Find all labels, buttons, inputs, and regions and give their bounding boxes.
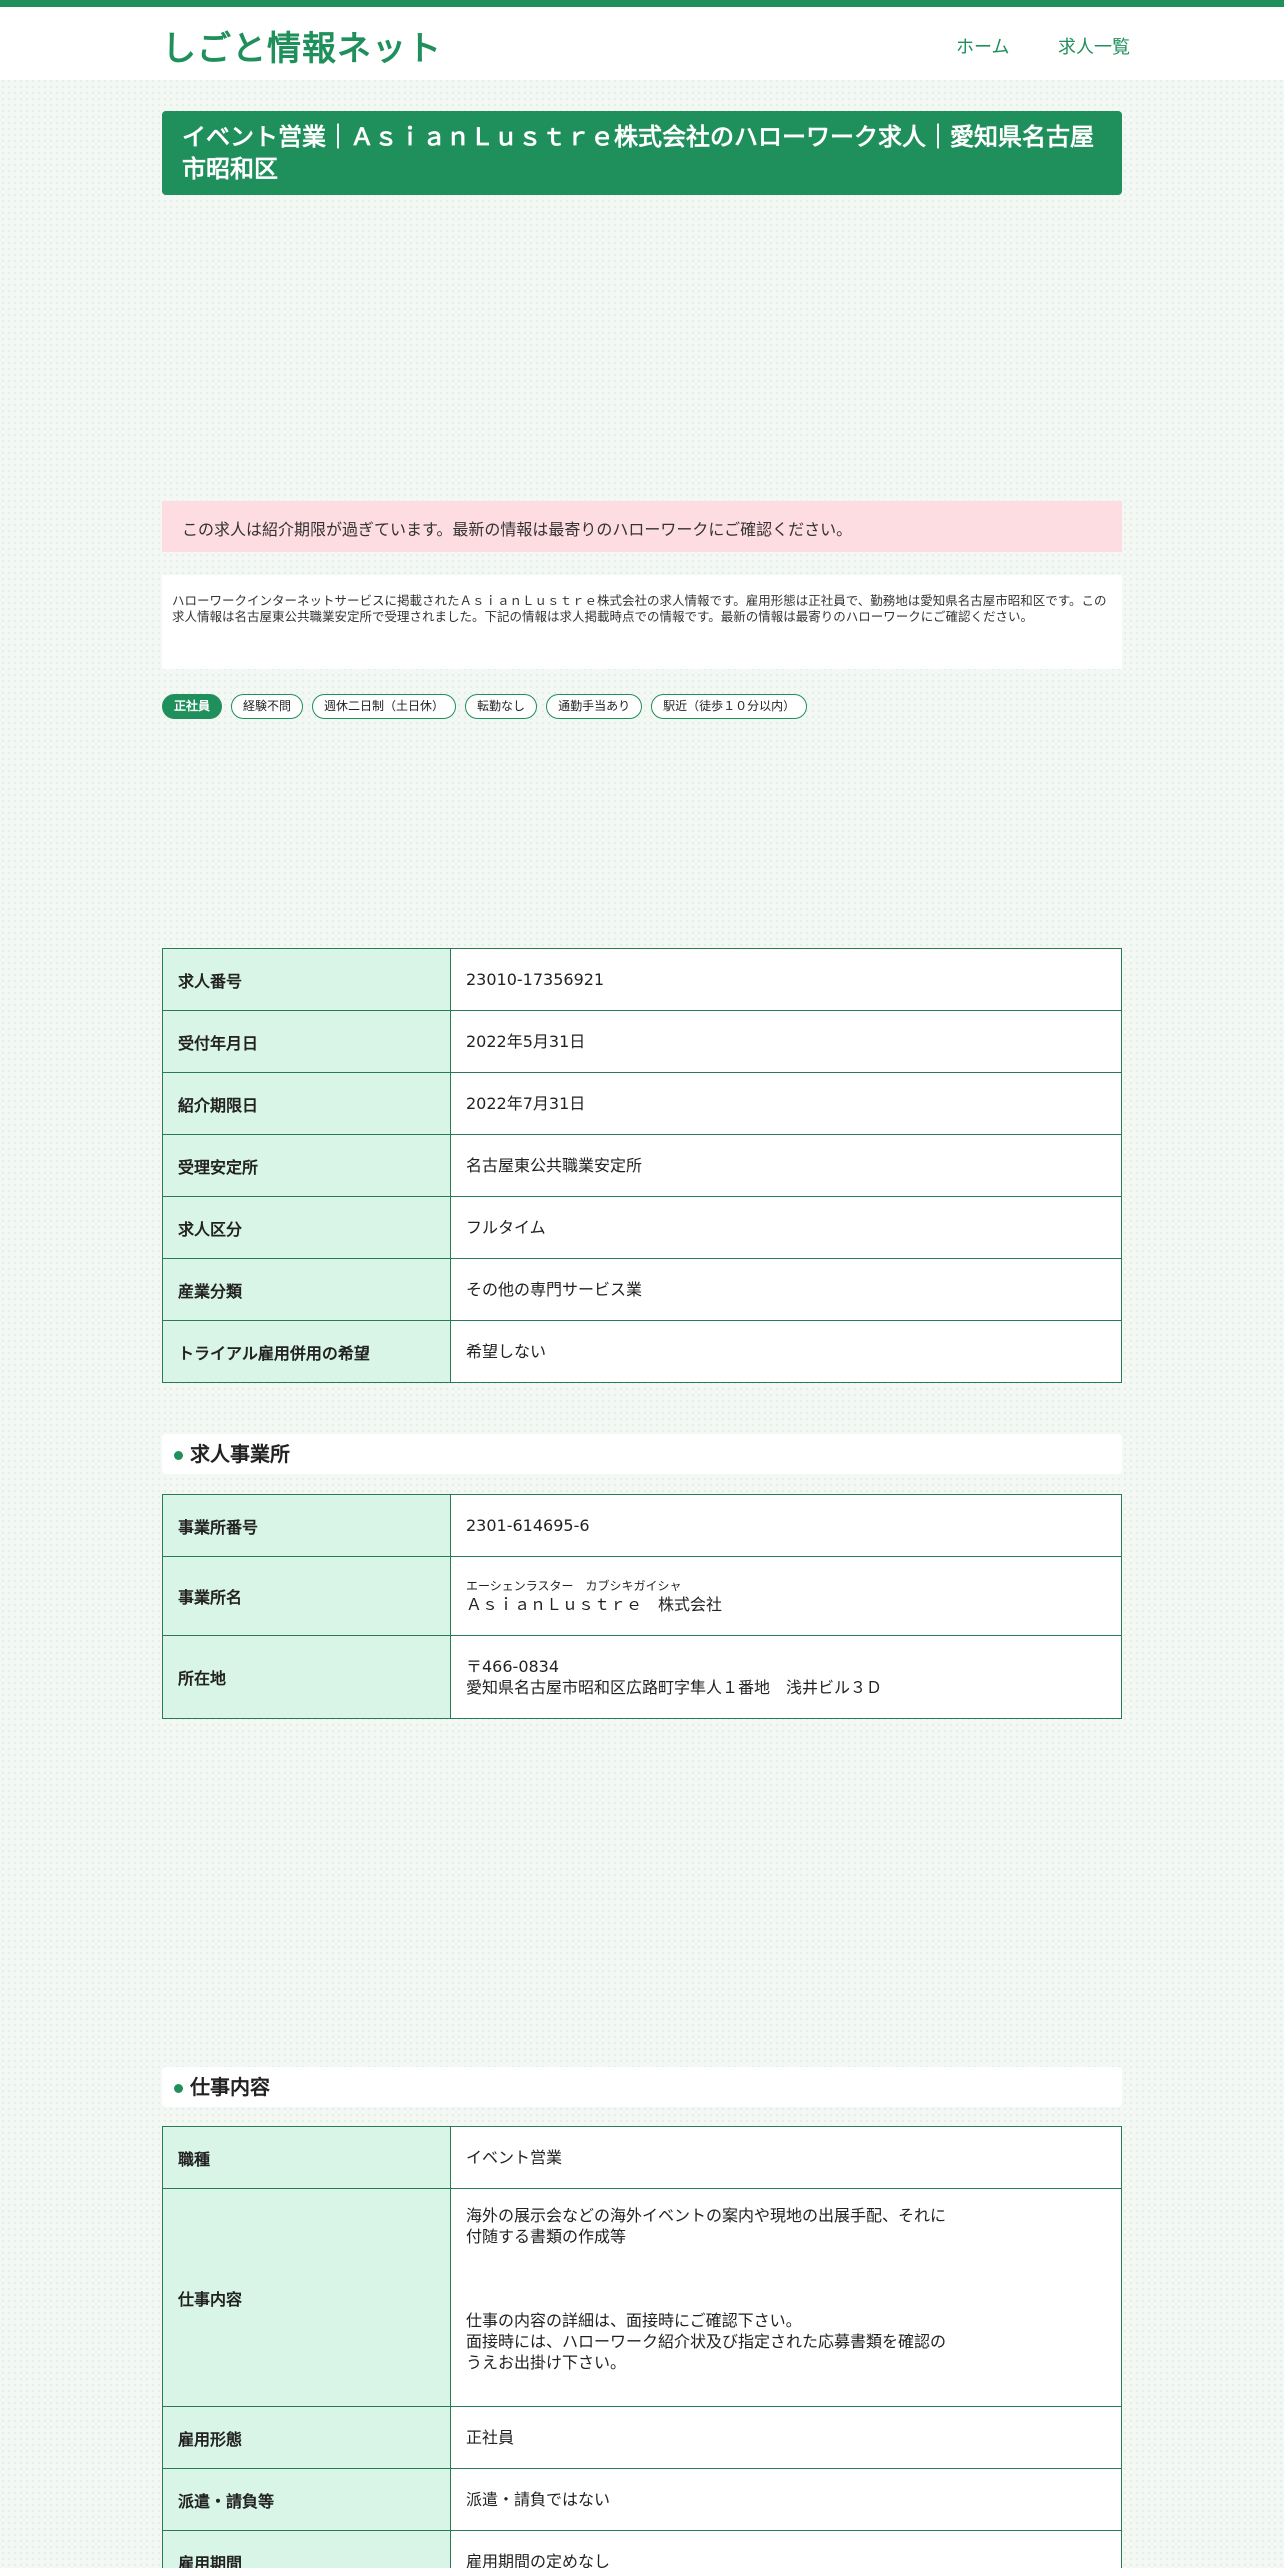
tag-no-transfer: 転勤なし: [465, 694, 538, 719]
table-row: 雇用形態 正社員: [162, 2406, 1122, 2469]
employer-name-kana: エーシェンラスター カブシキガイシャ: [466, 1578, 682, 1593]
row-value: 2022年7月31日: [450, 1072, 1122, 1135]
address: 愛知県名古屋市昭和区広路町字隼人１番地 浅井ビル３Ｄ: [466, 1678, 883, 1697]
job-content-spacer: [466, 2247, 1106, 2310]
tag-near-station: 駅近（徒歩１０分以内）: [651, 694, 808, 719]
site-header: しごと情報ネット ホーム 求人一覧: [0, 7, 1284, 80]
table-row: 仕事内容 海外の展示会などの海外イベントの案内や現地の出展手配、それに 付随する…: [162, 2188, 1122, 2407]
job-content-line: うえお出掛け下さい。: [466, 2353, 627, 2372]
table-row: 事業所名 エーシェンラスター カブシキガイシャ ＡｓｉａｎＬｕｓｔｒｅ 株式会社: [162, 1556, 1122, 1636]
row-label: 所在地: [162, 1635, 451, 1719]
row-label: 派遣・請負等: [162, 2468, 451, 2531]
basic-info-table-wrap: 求人番号 23010-17356921 受付年月日 2022年5月31日 紹介期…: [162, 948, 1122, 1383]
row-value: 希望しない: [450, 1320, 1122, 1383]
row-label: 紹介期限日: [162, 1072, 451, 1135]
table-row: 雇用期間 雇用期間の定めなし: [162, 2530, 1122, 2568]
row-value: フルタイム: [450, 1196, 1122, 1259]
employer-table-wrap: 事業所番号 2301-614695-6 事業所名 エーシェンラスター カブシキガ…: [162, 1494, 1122, 1719]
dispatch-type: 派遣・請負ではない: [450, 2468, 1122, 2531]
employment-type: 正社員: [450, 2406, 1122, 2469]
employer-name: ＡｓｉａｎＬｕｓｔｒｅ 株式会社: [466, 1594, 723, 1614]
table-row: トライアル雇用併用の希望 希望しない: [162, 1320, 1122, 1383]
nav-job-list-link[interactable]: 求人一覧: [1058, 33, 1130, 59]
row-label: 産業分類: [162, 1258, 451, 1321]
row-label: トライアル雇用併用の希望: [162, 1320, 451, 1383]
tag-list: 正社員 経験不問 週休二日制（土日休） 転勤なし 通勤手当あり 駅近（徒歩１０分…: [162, 694, 1122, 720]
employer-table: 事業所番号 2301-614695-6 事業所名 エーシェンラスター カブシキガ…: [162, 1494, 1122, 1719]
table-row: 受付年月日 2022年5月31日: [162, 1010, 1122, 1073]
address-cell: 〒466-0834 愛知県名古屋市昭和区広路町字隼人１番地 浅井ビル３Ｄ: [450, 1635, 1122, 1719]
page-title: イベント営業｜ＡｓｉａｎＬｕｓｔｒｅ株式会社のハローワーク求人｜愛知県名古屋市昭…: [162, 111, 1122, 195]
row-label: 仕事内容: [162, 2188, 451, 2407]
top-accent-bar: [0, 0, 1284, 7]
tag-employment-type: 正社員: [162, 694, 223, 719]
table-row: 紹介期限日 2022年7月31日: [162, 1072, 1122, 1135]
tag-holidays: 週休二日制（土日休）: [312, 694, 457, 719]
job-description-summary: ハローワークインターネットサービスに掲載されたＡｓｉａｎＬｕｓｔｒｅ株式会社の求…: [162, 575, 1122, 669]
row-label: 雇用期間: [162, 2530, 451, 2568]
job-content-line: 仕事の内容の詳細は、面接時にご確認下さい。: [466, 2311, 802, 2330]
table-row: 所在地 〒466-0834 愛知県名古屋市昭和区広路町字隼人１番地 浅井ビル３Ｄ: [162, 1635, 1122, 1719]
row-label: 雇用形態: [162, 2406, 451, 2469]
tag-experience: 経験不問: [231, 694, 304, 719]
employer-name-cell: エーシェンラスター カブシキガイシャ ＡｓｉａｎＬｕｓｔｒｅ 株式会社: [450, 1556, 1122, 1636]
table-row: 求人番号 23010-17356921: [162, 948, 1122, 1011]
site-title[interactable]: しごと情報ネット: [162, 21, 442, 70]
tag-commute-allowance: 通勤手当あり: [546, 694, 643, 719]
office-number: 2301-614695-6: [450, 1494, 1122, 1557]
table-row: 職種 イベント営業: [162, 2126, 1122, 2189]
basic-info-table: 求人番号 23010-17356921 受付年月日 2022年5月31日 紹介期…: [162, 948, 1122, 1383]
job-content-line: 海外の展示会などの海外イベントの案内や現地の出展手配、それに: [466, 2206, 947, 2225]
row-value: その他の専門サービス業: [450, 1258, 1122, 1321]
row-label: 受理安定所: [162, 1134, 451, 1197]
row-value: 23010-17356921: [450, 948, 1122, 1011]
row-label: 事業所番号: [162, 1494, 451, 1557]
table-row: 産業分類 その他の専門サービス業: [162, 1258, 1122, 1321]
job-section-title: 仕事内容: [162, 2067, 1122, 2107]
nav-home-link[interactable]: ホーム: [956, 33, 1009, 59]
job-content-cell: 海外の展示会などの海外イベントの案内や現地の出展手配、それに 付随する書類の作成…: [450, 2188, 1122, 2407]
job-table: 職種 イベント営業 仕事内容 海外の展示会などの海外イベントの案内や現地の出展手…: [162, 2126, 1122, 2568]
table-row: 事業所番号 2301-614695-6: [162, 1494, 1122, 1557]
table-row: 求人区分 フルタイム: [162, 1196, 1122, 1259]
table-row: 派遣・請負等 派遣・請負ではない: [162, 2468, 1122, 2531]
job-content-line: 付随する書類の作成等: [466, 2227, 627, 2246]
row-label: 事業所名: [162, 1556, 451, 1636]
row-label: 職種: [162, 2126, 451, 2189]
postal-code: 〒466-0834: [466, 1657, 560, 1676]
employer-section-title: 求人事業所: [162, 1434, 1122, 1474]
expired-notice: この求人は紹介期限が過ぎています。最新の情報は最寄りのハローワークにご確認くださ…: [162, 501, 1122, 552]
employment-period: 雇用期間の定めなし: [450, 2530, 1122, 2568]
row-label: 求人番号: [162, 948, 451, 1011]
row-value: 2022年5月31日: [450, 1010, 1122, 1073]
occupation: イベント営業: [450, 2126, 1122, 2189]
job-content-line: 面接時には、ハローワーク紹介状及び指定された応募書類を確認の: [466, 2332, 947, 2351]
row-value: 名古屋東公共職業安定所: [450, 1134, 1122, 1197]
row-label: 求人区分: [162, 1196, 451, 1259]
row-label: 受付年月日: [162, 1010, 451, 1073]
job-table-wrap: 職種 イベント営業 仕事内容 海外の展示会などの海外イベントの案内や現地の出展手…: [162, 2126, 1122, 2568]
table-row: 受理安定所 名古屋東公共職業安定所: [162, 1134, 1122, 1197]
